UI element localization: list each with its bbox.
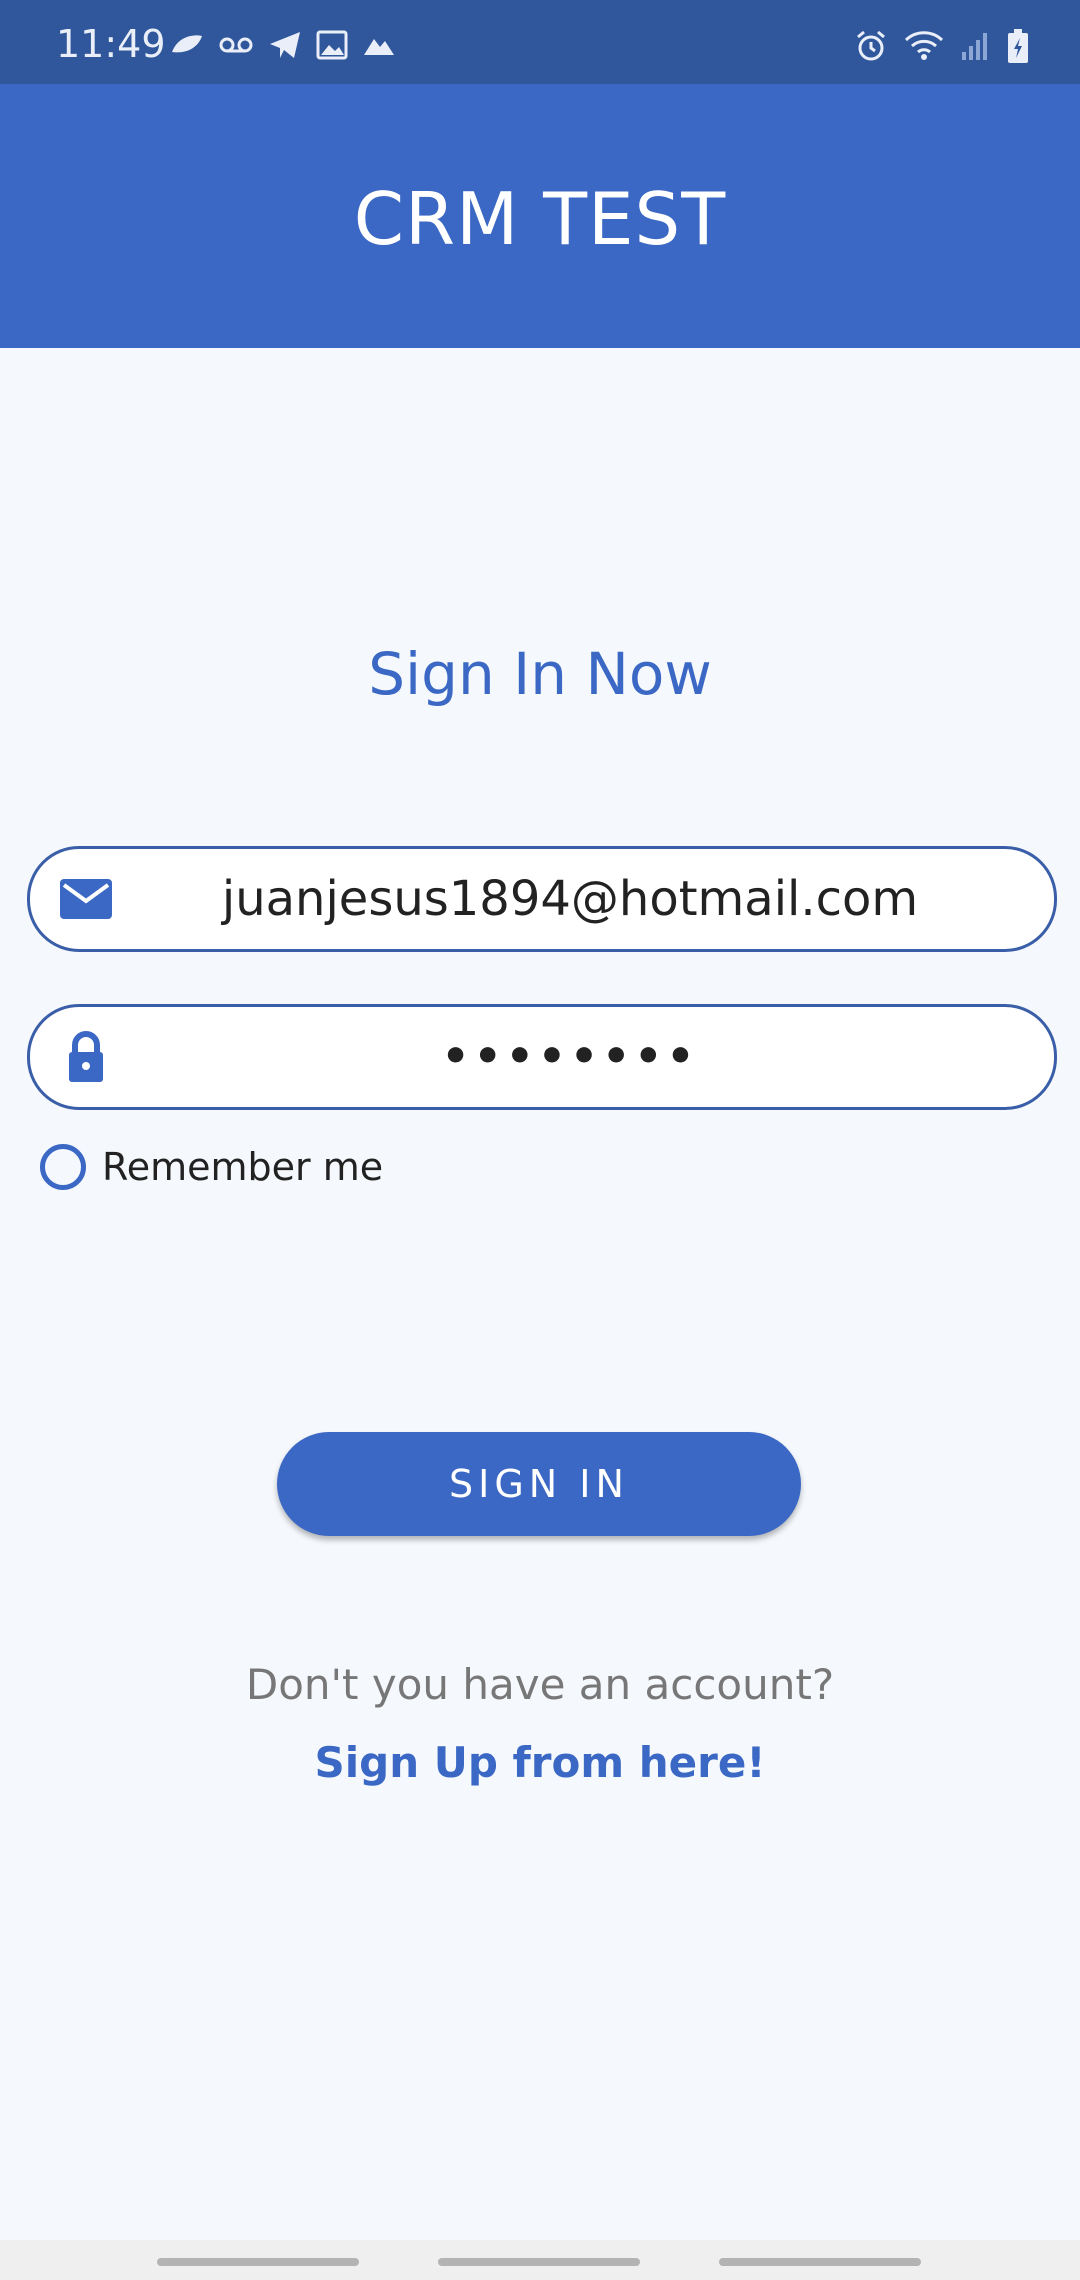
mail-icon bbox=[60, 879, 112, 919]
leaf-icon bbox=[172, 35, 202, 53]
app-title: CRM TEST bbox=[353, 177, 727, 261]
nav-back-handle[interactable] bbox=[719, 2258, 921, 2266]
sign-in-heading: Sign In Now bbox=[368, 640, 712, 708]
status-bar: 11:49 bbox=[0, 0, 1080, 84]
email-field[interactable]: juanjesus1894@hotmail.com bbox=[27, 846, 1057, 952]
app-bar: CRM TEST bbox=[0, 84, 1080, 348]
alarm-icon bbox=[857, 30, 885, 61]
system-icons bbox=[854, 28, 1030, 64]
signal-icon bbox=[962, 33, 987, 60]
navigation-bar bbox=[0, 2240, 1080, 2280]
telegram-icon bbox=[270, 32, 300, 58]
voicemail-icon bbox=[219, 37, 253, 53]
lock-icon bbox=[69, 1031, 103, 1082]
battery-icon bbox=[1008, 29, 1028, 63]
notification-icons bbox=[170, 30, 396, 60]
status-time: 11:49 bbox=[56, 22, 166, 66]
password-field[interactable]: •••••••• bbox=[27, 1004, 1057, 1110]
account-prompt: Don't you have an account? bbox=[245, 1660, 835, 1709]
password-value[interactable]: •••••••• bbox=[126, 1007, 1014, 1107]
nav-home-handle[interactable] bbox=[438, 2258, 640, 2266]
remember-me-label: Remember me bbox=[102, 1145, 384, 1189]
sign-in-button[interactable]: SIGN IN bbox=[277, 1432, 801, 1536]
email-value[interactable]: juanjesus1894@hotmail.com bbox=[126, 849, 1014, 949]
mountain-icon bbox=[364, 39, 394, 55]
remember-me-option[interactable]: Remember me bbox=[40, 1144, 383, 1190]
image-icon bbox=[316, 30, 348, 60]
wifi-icon bbox=[904, 31, 944, 60]
sign-up-link[interactable]: Sign Up from here! bbox=[0, 1738, 1080, 1787]
nav-recents-handle[interactable] bbox=[157, 2258, 359, 2266]
remember-me-radio[interactable] bbox=[40, 1144, 86, 1190]
